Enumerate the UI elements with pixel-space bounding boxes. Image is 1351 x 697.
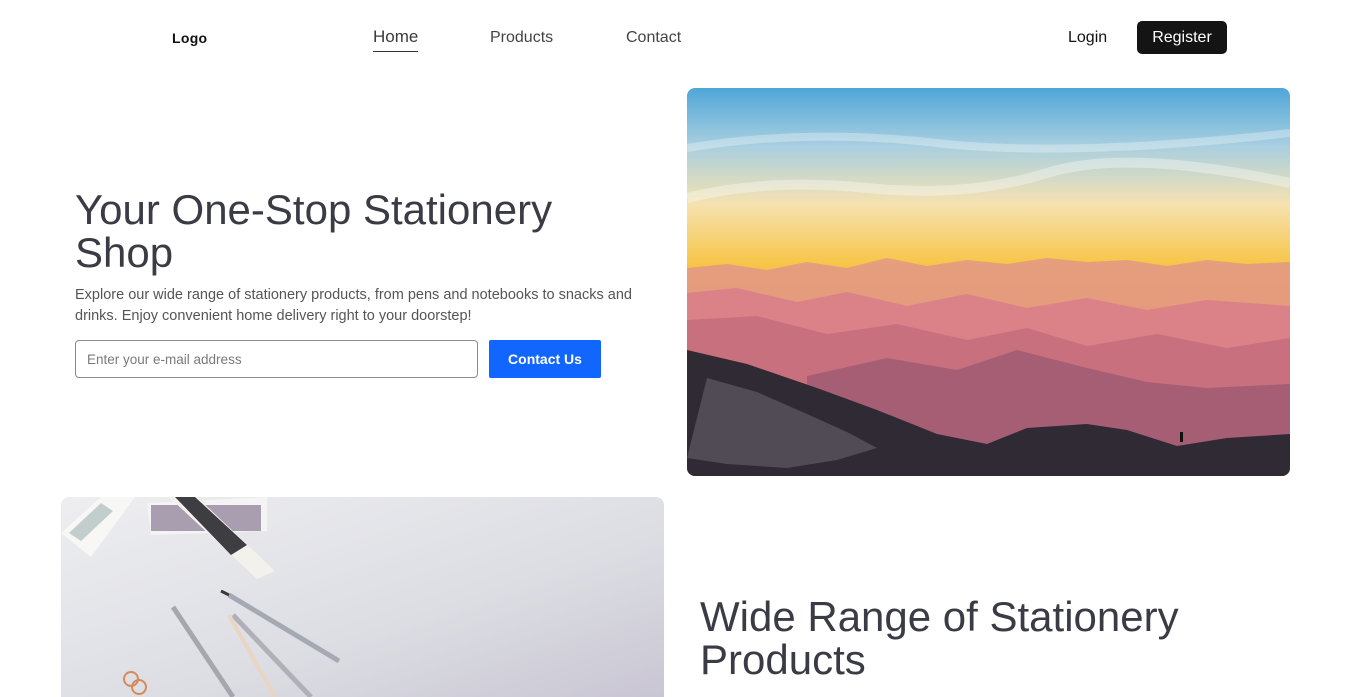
email-input[interactable]	[75, 340, 478, 378]
hero-description: Explore our wide range of stationery pro…	[75, 287, 632, 324]
logo[interactable]: Logo	[172, 30, 207, 46]
login-link[interactable]: Login	[1068, 29, 1107, 47]
register-button[interactable]: Register	[1137, 21, 1227, 54]
section-title: Wide Range of Stationery Products	[700, 593, 1179, 683]
contact-us-button[interactable]: Contact Us	[489, 340, 601, 378]
stationery-image	[61, 497, 664, 697]
hero-title: Your One-Stop Stationery Shop	[75, 186, 553, 276]
top-navbar: Logo Home Products Contact Login Registe…	[0, 0, 1351, 76]
nav-link-home[interactable]: Home	[373, 27, 419, 52]
hero-mountain-image	[687, 88, 1290, 476]
nav-link-contact[interactable]: Contact	[626, 29, 681, 47]
nav-link-products[interactable]: Products	[490, 29, 553, 47]
